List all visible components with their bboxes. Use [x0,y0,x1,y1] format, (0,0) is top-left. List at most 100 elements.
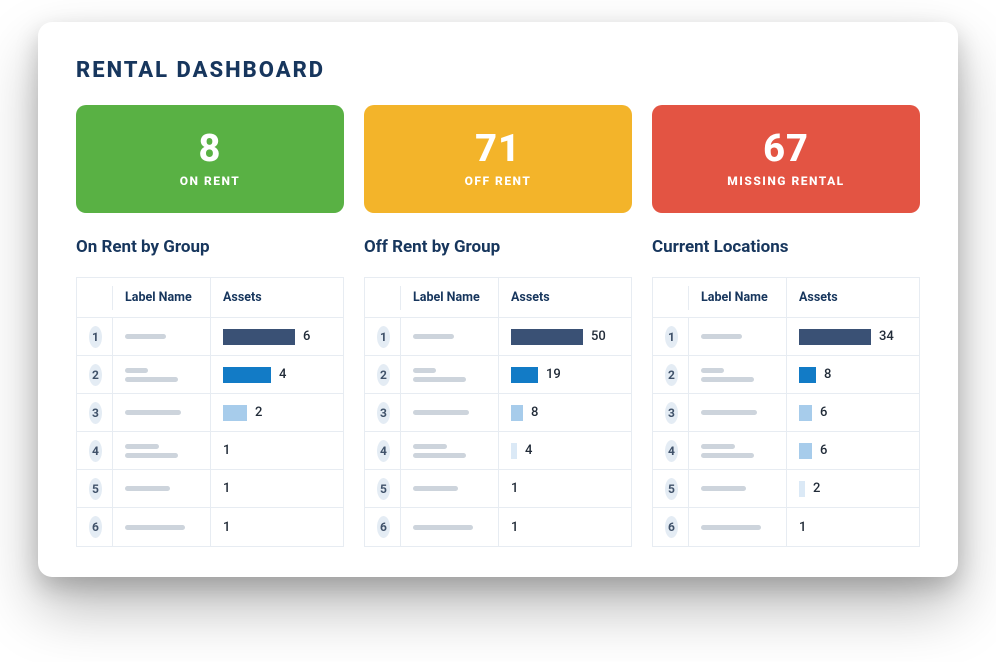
kpi-label: MISSING RENTAL [727,174,844,188]
td-label [401,470,499,507]
td-rank: 3 [77,394,113,431]
asset-value: 1 [223,520,230,535]
rank-badge: 2 [89,364,102,386]
td-rank: 1 [653,318,689,355]
td-assets: 6 [211,318,343,355]
table-row[interactable]: 24 [77,356,343,394]
td-label [113,432,211,469]
kpi-tile[interactable]: 67MISSING RENTAL [652,105,920,213]
td-assets: 8 [787,356,919,393]
label-placeholder [701,486,776,491]
asset-value: 6 [820,405,827,420]
dashboard-card: RENTAL DASHBOARD 8ON RENT71OFF RENT67MIS… [38,22,958,577]
td-rank: 2 [77,356,113,393]
rank-badge: 6 [665,516,678,538]
table-row[interactable]: 28 [653,356,919,394]
rank-badge: 6 [377,516,390,538]
td-assets: 6 [787,394,919,431]
th-rank [365,286,401,310]
table-row[interactable]: 16 [77,318,343,356]
label-placeholder [413,525,488,530]
kpi-label: OFF RENT [465,174,532,188]
table-row[interactable]: 46 [653,432,919,470]
table-row[interactable]: 61 [77,508,343,546]
rank-badge: 5 [665,478,678,500]
asset-bar [799,443,812,459]
kpi-tile[interactable]: 71OFF RENT [364,105,632,213]
table-row[interactable]: 38 [365,394,631,432]
table-row[interactable]: 1 50 [365,318,631,356]
th-rank [653,286,689,310]
asset-bar [223,405,247,421]
label-placeholder [125,410,200,415]
label-placeholder [413,410,488,415]
td-assets: 4 [211,356,343,393]
rank-badge: 5 [377,478,390,500]
table-row[interactable]: 36 [653,394,919,432]
td-assets: 50 [499,318,631,355]
asset-value: 1 [799,520,806,535]
label-placeholder [413,444,488,458]
td-label [113,356,211,393]
table-row[interactable]: 51 [365,470,631,508]
rank-badge: 6 [89,516,102,538]
asset-bar [223,367,271,383]
td-rank: 4 [77,432,113,469]
table-row[interactable]: 44 [365,432,631,470]
td-label [113,508,211,546]
td-assets: 1 [787,508,919,546]
section-title: Off Rent by Group [364,237,632,257]
rank-badge: 1 [377,326,390,348]
table-row[interactable]: 32 [77,394,343,432]
rank-badge: 3 [377,402,390,424]
asset-value: 4 [525,443,532,458]
th-label: Label Name [401,278,499,317]
table-row[interactable]: 1 34 [653,318,919,356]
td-rank: 6 [77,508,113,546]
td-rank: 5 [365,470,401,507]
td-label [689,356,787,393]
asset-value: 2 [255,405,262,420]
label-placeholder [701,334,776,339]
asset-value: 1 [223,443,230,458]
th-assets: Assets [211,278,343,317]
td-assets: 1 [211,508,343,546]
table-row[interactable]: 52 [653,470,919,508]
label-placeholder [701,525,776,530]
rank-badge: 5 [89,478,102,500]
th-label: Label Name [689,278,787,317]
label-placeholder [413,368,488,382]
td-rank: 5 [653,470,689,507]
td-rank: 1 [365,318,401,355]
td-label [689,318,787,355]
asset-value: 1 [511,481,518,496]
table-row[interactable]: 61 [365,508,631,546]
td-assets: 34 [787,318,919,355]
asset-value: 6 [820,443,827,458]
td-label [689,394,787,431]
td-label [689,470,787,507]
rank-badge: 3 [665,402,678,424]
td-label [113,394,211,431]
table-row[interactable]: 51 [77,470,343,508]
td-label [401,508,499,546]
asset-bar [223,329,295,345]
asset-value: 8 [531,405,538,420]
td-assets: 2 [787,470,919,507]
td-label [401,432,499,469]
table-row[interactable]: 41 [77,432,343,470]
table-row[interactable]: 61 [653,508,919,546]
asset-bar [511,329,583,345]
asset-value: 19 [546,367,561,382]
table-header: Label NameAssets [365,277,631,318]
rank-badge: 4 [89,440,102,462]
section-title: Current Locations [652,237,920,257]
td-assets: 1 [211,432,343,469]
td-rank: 5 [77,470,113,507]
td-assets: 2 [211,394,343,431]
page-title: RENTAL DASHBOARD [76,58,920,83]
table-header: Label NameAssets [77,277,343,318]
rank-badge: 1 [665,326,678,348]
table-row[interactable]: 219 [365,356,631,394]
kpi-tile[interactable]: 8ON RENT [76,105,344,213]
